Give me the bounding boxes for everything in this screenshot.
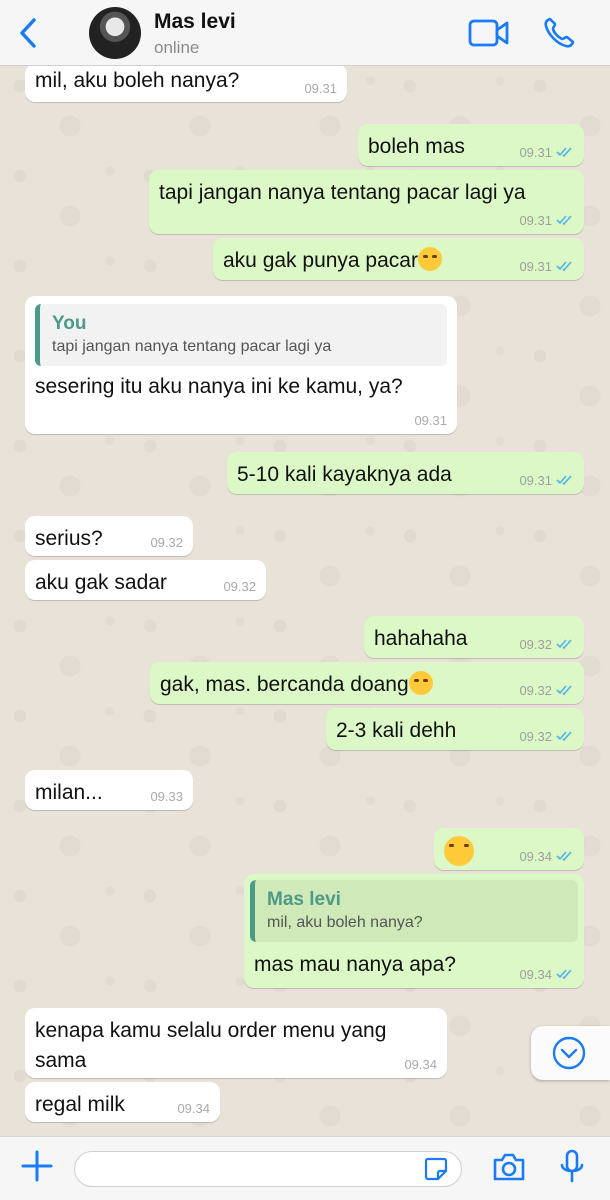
chevron-down-circle-icon: [552, 1036, 586, 1070]
chat-header: Mas levi online: [0, 0, 610, 66]
microphone-icon: [560, 1149, 584, 1183]
message-outgoing[interactable]: 5-10 kali kayaknya ada 09.31: [227, 452, 584, 494]
message-time: 09.31: [414, 413, 447, 428]
quote-text: mil, aku boleh nanya?: [267, 914, 423, 931]
quote-author: Mas levi: [267, 889, 341, 910]
message-outgoing[interactable]: Mas levi mil, aku boleh nanya? mas mau n…: [244, 874, 584, 988]
video-call-button[interactable]: [468, 17, 510, 49]
quote-text: tapi jangan nanya tentang pacar lagi ya: [52, 338, 332, 355]
double-check-icon: [556, 639, 572, 650]
message-incoming[interactable]: aku gak sadar 09.32: [25, 560, 266, 600]
quoted-message[interactable]: You tapi jangan nanya tentang pacar lagi…: [35, 304, 447, 366]
message-incoming[interactable]: mil, aku boleh nanya? 09.31: [25, 66, 347, 102]
message-input[interactable]: [74, 1151, 462, 1187]
message-incoming[interactable]: milan... 09.33: [25, 770, 193, 810]
message-time: 09.31: [519, 473, 552, 488]
message-outgoing[interactable]: boleh mas 09.31: [358, 124, 584, 166]
message-outgoing[interactable]: aku gak punya pacar 09.31: [213, 238, 584, 280]
double-check-icon: [556, 261, 572, 272]
message-text: boleh mas: [368, 135, 465, 158]
message-time: 09.34: [519, 849, 552, 864]
message-time: 09.34: [177, 1101, 210, 1116]
message-time: 09.32: [223, 579, 256, 594]
message-outgoing[interactable]: hahahaha 09.32: [364, 616, 584, 658]
message-text: milan...: [35, 781, 103, 804]
double-check-icon: [556, 147, 572, 158]
contact-name[interactable]: Mas levi: [154, 10, 236, 34]
voice-message-button[interactable]: [560, 1149, 584, 1185]
double-check-icon: [556, 851, 572, 862]
message-text: tapi jangan nanya tentang pacar lagi ya: [159, 181, 526, 204]
message-outgoing[interactable]: gak, mas. bercanda doang 09.32: [150, 662, 584, 704]
message-time: 09.31: [519, 145, 552, 160]
chevron-left-icon: [20, 18, 36, 48]
message-time: 09.33: [150, 789, 183, 804]
message-text: 2-3 kali dehh: [336, 719, 457, 742]
tired-face-emoji: [417, 247, 442, 271]
message-text: serius?: [35, 527, 103, 550]
voice-call-button[interactable]: [542, 16, 576, 50]
message-text: aku gak punya pacar: [223, 249, 418, 272]
message-text: aku gak sadar: [35, 571, 167, 594]
message-incoming[interactable]: regal milk 09.34: [25, 1082, 220, 1122]
message-text: gak, mas. bercanda doang: [160, 673, 409, 696]
camera-icon: [493, 1153, 525, 1181]
message-time: 09.34: [519, 967, 552, 982]
message-text: hahahaha: [374, 627, 468, 650]
quote-author: You: [52, 313, 87, 334]
double-check-icon: [556, 969, 572, 980]
message-composer: [0, 1136, 610, 1200]
message-text: sesering itu aku nanya ini ke kamu, ya?: [35, 375, 403, 398]
back-button[interactable]: [14, 16, 44, 50]
video-camera-icon: [468, 19, 509, 47]
message-text: kenapa kamu selalu order menu yang sama: [35, 1019, 387, 1072]
fearful-face-emoji: [444, 836, 474, 866]
message-time: 09.32: [519, 683, 552, 698]
message-text: regal milk: [35, 1093, 125, 1116]
scroll-to-bottom-button[interactable]: [531, 1026, 610, 1080]
sticker-icon: [424, 1157, 448, 1181]
phone-icon: [544, 17, 575, 48]
contact-avatar[interactable]: [89, 7, 141, 59]
double-check-icon: [556, 685, 572, 696]
quoted-message[interactable]: Mas levi mil, aku boleh nanya?: [250, 880, 578, 942]
message-text: mas mau nanya apa?: [254, 953, 456, 976]
message-outgoing[interactable]: 09.34: [434, 828, 584, 870]
plus-icon: [21, 1150, 53, 1182]
message-time: 09.31: [519, 259, 552, 274]
message-time: 09.31: [304, 81, 337, 96]
double-check-icon: [556, 731, 572, 742]
message-text: mil, aku boleh nanya?: [35, 69, 240, 92]
message-text: 5-10 kali kayaknya ada: [237, 463, 452, 486]
camera-button[interactable]: [492, 1152, 526, 1182]
message-time: 09.31: [519, 213, 552, 228]
message-time: 09.32: [519, 729, 552, 744]
message-incoming[interactable]: You tapi jangan nanya tentang pacar lagi…: [25, 296, 457, 434]
message-time: 09.32: [519, 637, 552, 652]
message-time: 09.32: [150, 535, 183, 550]
sticker-button[interactable]: [424, 1157, 448, 1181]
double-check-icon: [556, 475, 572, 486]
attach-button[interactable]: [20, 1149, 54, 1183]
message-outgoing[interactable]: 2-3 kali dehh 09.32: [326, 708, 584, 750]
crying-face-emoji: [408, 671, 433, 695]
message-outgoing[interactable]: tapi jangan nanya tentang pacar lagi ya …: [149, 170, 584, 234]
message-list[interactable]: mil, aku boleh nanya? 09.31 boleh mas 09…: [0, 66, 610, 1136]
message-incoming[interactable]: kenapa kamu selalu order menu yang sama …: [25, 1008, 447, 1078]
contact-status: online: [154, 38, 200, 57]
message-time: 09.34: [404, 1057, 437, 1072]
double-check-icon: [556, 215, 572, 226]
message-incoming[interactable]: serius? 09.32: [25, 516, 193, 556]
